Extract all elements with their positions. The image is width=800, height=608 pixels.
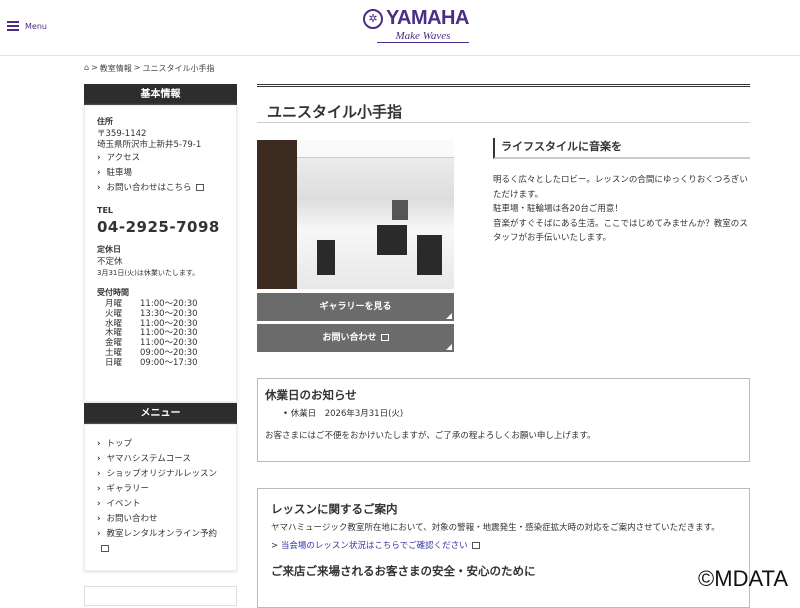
tuning-fork-icon: ✲ [363,8,383,29]
external-link-icon [195,184,204,191]
closed-value: 不定休 [97,257,123,267]
intro-text: 駐車場・駐輪場は各20台ご用意！ [493,204,623,214]
hours-time: 09:00〜17:30 [140,357,198,368]
menu-item[interactable]: トップ [97,437,224,452]
hours-label: 受付時間 [97,288,129,297]
menu-item[interactable]: お問い合わせ [97,512,224,527]
lesson-box: レッスンに関するご案内 ヤマハミュージック教室所在地において、対象の警報・地震発… [257,488,750,608]
lesson-text: ヤマハミュージック教室所在地において、対象の警報・地震発生・感染症拡大時の対応を… [271,523,720,533]
lobby-photo [257,140,454,289]
yamaha-logo[interactable]: ✲ YAMAHA Make Waves [363,7,469,43]
notice-text: お客さまにはご不便をおかけいたしますが、ご了承の程よろしくお願い申し上げます。 [265,431,596,441]
address: 埼玉県所沢市上新井5-79-1 [97,140,202,150]
menu-item[interactable]: ギャラリー [97,482,224,497]
logo-tagline: Make Waves [377,30,469,43]
lesson-title: レッスンに関するご案内 [271,502,398,516]
intro-section: ライフスタイルに音楽を 明るく広々としたロビー。レッスンの合間にゆっくりおくつろ… [493,138,750,246]
external-link-icon [471,542,480,549]
notice-box: 休業日のお知らせ • 休業日 2026年3月31日(火) お客さまにはご不便をお… [257,378,750,462]
header: Menu ✲ YAMAHA Make Waves [0,0,800,56]
hamburger-icon [7,21,19,31]
notice-item: • 休業日 2026年3月31日(火) [283,409,404,419]
menu-item[interactable]: 教室レンタルオンライン予約 [97,527,224,557]
parking-link[interactable]: 駐車場 [97,166,224,181]
lesson-status-link[interactable]: > 当会場のレッスン状況はこちらでご確認ください [271,539,742,551]
breadcrumb-item[interactable]: 教室情報 [100,63,132,74]
contact-button[interactable]: お問い合わせ [257,324,454,352]
external-link-icon [101,545,109,552]
logo-name: YAMAHA [386,7,469,29]
closed-label: 定休日 [97,245,121,254]
menu-panel: メニュー トップヤマハシステムコースショップオリジナルレッスンギャラリーイベント… [84,403,237,571]
contact-link[interactable]: お問い合わせはこちら [97,181,224,196]
tel-label: TEL [97,206,114,215]
safety-title: ご来店ご来場されるお客さまの安全・安心のために [271,564,536,578]
page-title: ユニスタイル小手指 [257,84,750,123]
info-heading: 基本情報 [84,84,237,105]
home-icon[interactable]: ⌂ [84,63,89,74]
hours-row: 日曜 09:00〜17:30 [105,357,216,369]
side-panel [84,586,237,606]
breadcrumb-current: ユニスタイル小手指 [142,64,215,73]
postal-code: 〒359-1142 [97,129,147,139]
info-panel: 基本情報 住所 〒359-1142 埼玉県所沢市上新井5-79-1 アクセス 駐… [84,84,237,402]
closed-note: 3月31日(火)は休業いたします。 [97,269,200,277]
breadcrumb: ⌂ > 教室情報 > ユニスタイル小手指 [84,63,215,74]
hours-day: 日曜 [105,357,123,368]
external-link-icon [380,334,389,341]
menu-heading: メニュー [84,403,237,424]
intro-text: 明るく広々としたロビー。レッスンの合間にゆっくりおくつろぎいただけます。 [493,175,748,200]
intro-text: 音楽がすぐそばにある生活。ここではじめてみませんか？教室のスタッフがお手伝いいた… [493,218,748,244]
menu-item[interactable]: ショップオリジナルレッスン [97,467,224,482]
address-label: 住所 [97,117,113,126]
watermark: ©MDATA [698,566,788,591]
menu-item[interactable]: ヤマハシステムコース [97,452,224,467]
access-link[interactable]: アクセス [97,151,224,166]
menu-item[interactable]: イベント [97,497,224,512]
intro-heading: ライフスタイルに音楽を [493,138,750,159]
menu-label: Menu [25,21,47,31]
hours-table: 月曜 11:00〜20:30 火曜 13:30〜20:30 水曜 11:00〜20:30 木… [105,299,216,369]
tel-number[interactable]: 04-2925-7098 [97,218,224,236]
notice-title: 休業日のお知らせ [265,388,357,402]
menu-button[interactable]: Menu [7,21,47,31]
gallery-button[interactable]: ギャラリーを見る [257,293,454,321]
